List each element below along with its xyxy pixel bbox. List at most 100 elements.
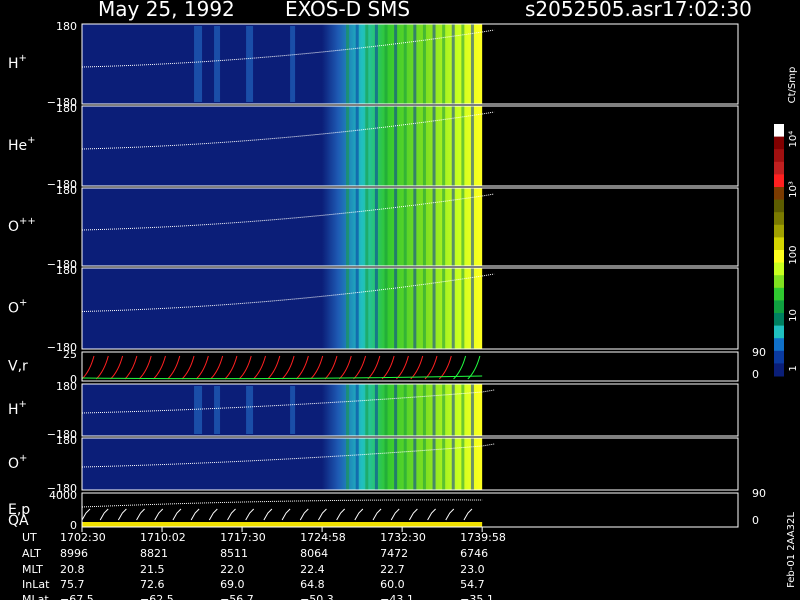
colorbar-label-2: 100	[788, 245, 799, 264]
colorbar-seg-6	[774, 199, 784, 213]
patch-0-3	[290, 26, 296, 102]
vr-12	[253, 355, 266, 380]
stripe-6-0	[346, 438, 350, 490]
ytop-7: 4000	[49, 489, 77, 502]
stripe-1-4	[384, 106, 388, 186]
stripe-0-4	[384, 24, 388, 104]
colorbar-seg-0	[774, 124, 784, 138]
vr-2	[110, 355, 124, 380]
ep-tick-13	[318, 508, 327, 521]
patch-5-2	[246, 386, 254, 434]
stripe-6-4	[384, 438, 388, 490]
side-label: Feb-01 2AA32L	[786, 512, 797, 588]
stripe-6-13	[470, 438, 474, 490]
stripe-2-6	[403, 188, 407, 266]
patch-5-3	[290, 386, 296, 434]
vr-17	[324, 355, 338, 380]
species-2: O++	[8, 216, 36, 235]
species-4: V,r	[8, 359, 28, 375]
stripe-1-3	[374, 106, 378, 186]
stripe-2-12	[461, 188, 465, 266]
vr-15	[296, 355, 309, 380]
stripe-3-5	[394, 268, 398, 349]
footer-ut-1: 1710:02	[140, 531, 186, 544]
colorbar-seg-8	[774, 224, 784, 238]
vr-26	[453, 355, 467, 380]
stripe-1-13	[470, 106, 474, 186]
footer-mlt-3: 22.4	[300, 563, 325, 576]
ytop-1: 180	[56, 102, 77, 115]
footer-mlat-5: −35.1	[460, 593, 494, 600]
footer-mlt-0: 20.8	[60, 563, 85, 576]
footer-mlat-2: −56.7	[220, 593, 254, 600]
stripe-3-7	[413, 268, 417, 349]
patch-5-0	[194, 386, 203, 434]
stripe-0-10	[442, 24, 446, 104]
ep-tick-7	[208, 508, 218, 521]
stripe-0-7	[413, 24, 417, 104]
right-bottom-7: 0	[752, 514, 759, 527]
panel-0: 180−180H+	[8, 20, 739, 109]
footer-inlat-3: 64.8	[300, 578, 325, 591]
ep-tick-1	[99, 508, 109, 521]
stripe-2-8	[422, 188, 426, 266]
stripe-0-8	[422, 24, 426, 104]
stripe-6-5	[394, 438, 398, 490]
footer-ut-4: 1732:30	[380, 531, 426, 544]
ytop-6: 180	[56, 434, 77, 447]
patch-0-1	[214, 26, 221, 102]
vr-18	[338, 355, 352, 380]
vr-25	[438, 355, 452, 380]
vr-21	[381, 355, 395, 380]
panel-5: 180−180H+	[8, 380, 739, 441]
ep-tick-6	[190, 508, 200, 521]
footer-mlat-1: −62.5	[140, 593, 174, 600]
vr-24	[424, 355, 438, 380]
stripe-3-12	[461, 268, 465, 349]
vr-13	[267, 355, 281, 380]
stripe-5-2	[365, 384, 369, 436]
stripe-6-8	[422, 438, 426, 490]
ep-tick-16	[372, 508, 382, 521]
ep-tick-21	[463, 508, 473, 521]
stripe-5-8	[422, 384, 426, 436]
colorbar-seg-12	[774, 275, 784, 289]
stripe-3-9	[432, 268, 436, 349]
spectrogram-3	[82, 268, 483, 349]
ep-tick-10	[263, 508, 273, 521]
stripe-6-2	[365, 438, 369, 490]
stripe-6-7	[413, 438, 417, 490]
footer-ut-5: 1739:58	[460, 531, 506, 544]
patch-0-0	[194, 26, 203, 102]
stripe-3-8	[422, 268, 426, 349]
footer-mlat-0: −67.5	[60, 593, 94, 600]
spectrogram-6	[82, 438, 483, 490]
ep-tick-3	[136, 508, 145, 521]
vr-14	[281, 355, 295, 380]
stripe-5-7	[413, 384, 417, 436]
ytop-2: 180	[56, 184, 77, 197]
ep-tick-4	[154, 508, 164, 521]
stripe-6-12	[461, 438, 465, 490]
ep-tick-20	[445, 508, 455, 521]
ep-tick-12	[299, 508, 309, 521]
footer-alt-3: 8064	[300, 547, 329, 560]
species-3: O+	[8, 298, 27, 317]
footer-alt-2: 8511	[220, 547, 249, 560]
stripe-5-13	[470, 384, 474, 436]
vr-9	[210, 355, 224, 380]
stripe-0-13	[470, 24, 474, 104]
ytop-3: 180	[56, 264, 77, 277]
vr-7	[181, 355, 195, 380]
footer-mlt-5: 23.0	[460, 563, 485, 576]
vr-8	[195, 355, 209, 380]
vr-10	[224, 355, 238, 380]
colorbar-seg-4	[774, 174, 784, 188]
ep-tick-8	[227, 508, 236, 521]
spectrogram-5	[82, 384, 483, 436]
footer-alt-4: 7472	[380, 547, 409, 560]
footer-label-inlat: InLat	[22, 578, 50, 591]
vr-6	[167, 355, 181, 380]
stripe-3-13	[470, 268, 474, 349]
footer-inlat-2: 69.0	[220, 578, 245, 591]
